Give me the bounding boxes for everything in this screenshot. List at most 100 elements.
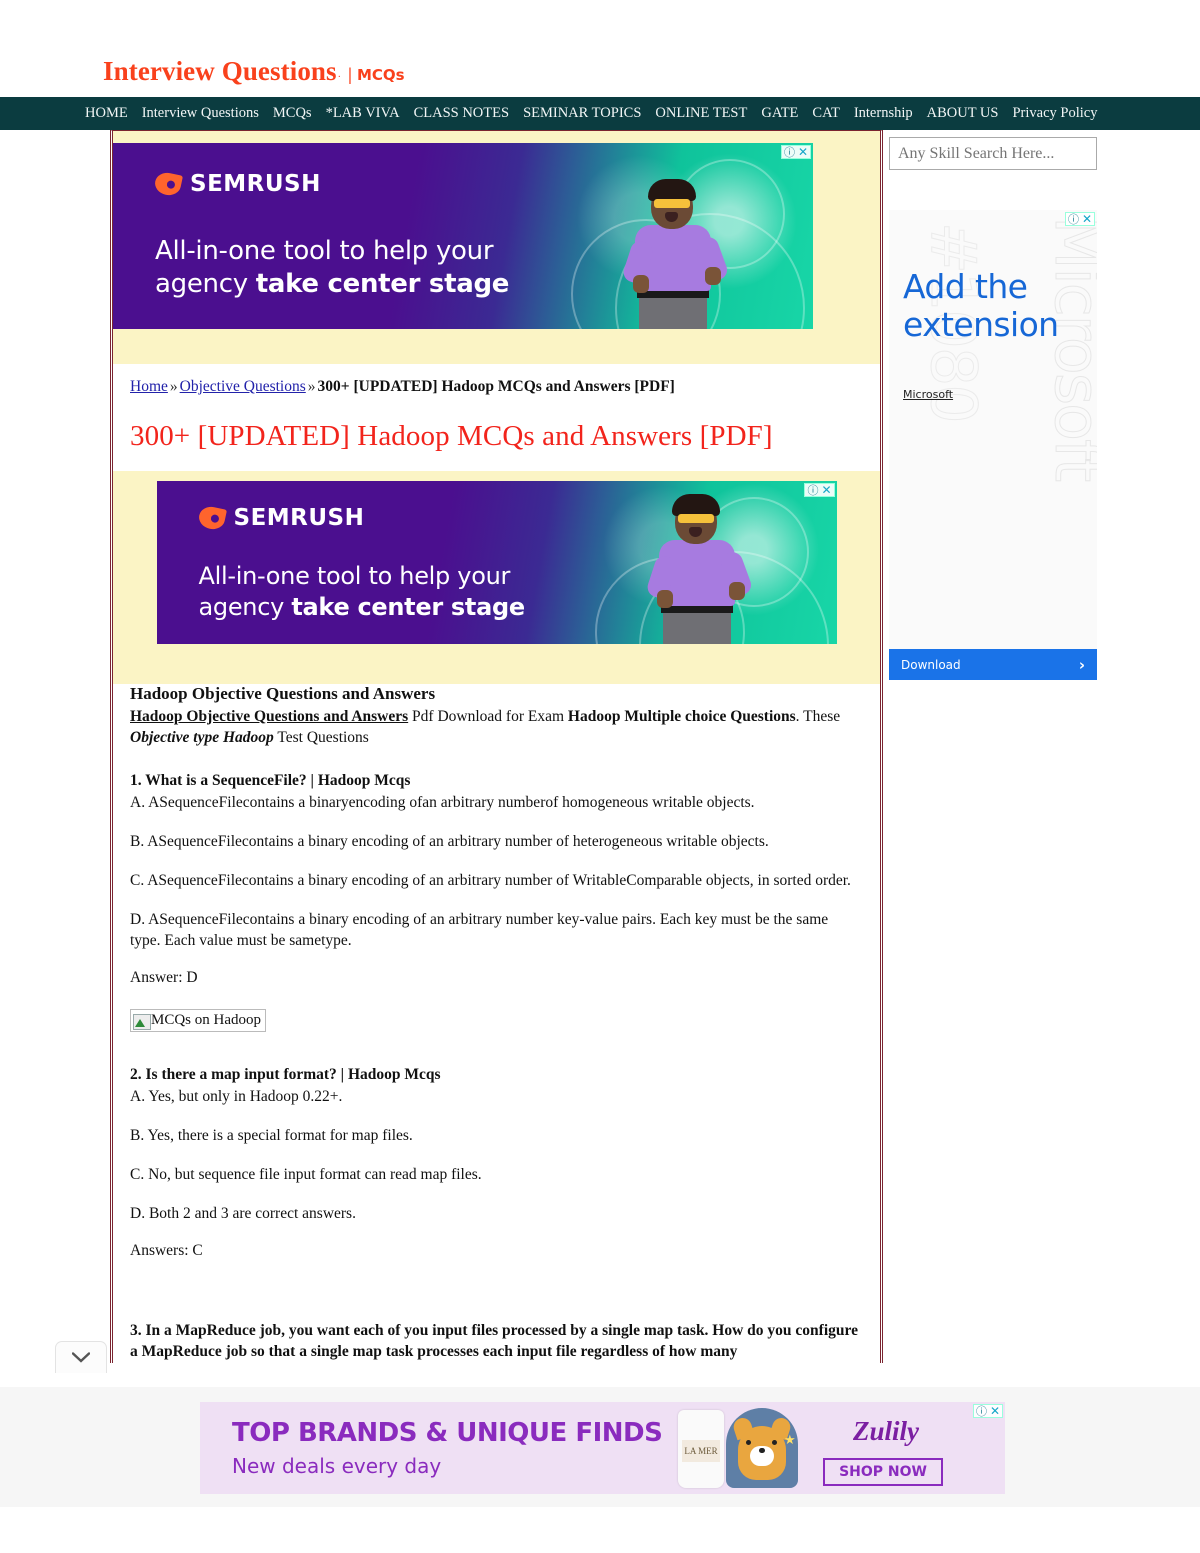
question-heading-2: 2. Is there a map input format? | Hadoop… — [130, 1066, 441, 1083]
close-icon[interactable]: ✕ — [798, 146, 808, 158]
question-2-option-d: D. Both 2 and 3 are correct answers. — [130, 1205, 356, 1222]
site-header: Interview Questions · | MCQs — [0, 0, 1200, 97]
nav-item-privacy-policy[interactable]: Privacy Policy — [1005, 105, 1104, 122]
intro-link[interactable]: Hadoop Objective Questions and Answers — [130, 708, 408, 725]
semrush-wordmark: SEMRUSH — [233, 505, 365, 531]
nav-item-home[interactable]: HOME — [78, 105, 135, 122]
content-frame: SEMRUSH All-in-one tool to help your age… — [110, 130, 883, 1363]
question-2-option-b: B. Yes, there is a special format for ma… — [130, 1127, 413, 1144]
question-heading-1: 1. What is a SequenceFile? | Hadoop Mcqs — [130, 772, 411, 789]
question-1-option-b: B. ASequenceFilecontains a binary encodi… — [130, 833, 769, 850]
breadcrumb-sep: » — [169, 378, 178, 395]
adchoices-sidebar[interactable]: ⓘ ✕ — [1064, 212, 1095, 226]
adchoices-info-icon[interactable]: ⓘ — [1068, 214, 1079, 225]
logo-trademark: · — [337, 72, 341, 83]
nav-item-mcqs[interactable]: MCQs — [266, 105, 319, 122]
semrush-headline-line2-bold: take center stage — [291, 593, 525, 621]
intro-bold: Hadoop Multiple choice Questions — [567, 708, 796, 725]
bottom-ad-zulily[interactable]: TOP BRANDS & UNIQUE FINDS New deals ever… — [200, 1402, 1005, 1494]
semrush-wordmark: SEMRUSH — [190, 171, 321, 197]
intro-italic: Objective type Hadoop — [130, 729, 274, 746]
nav-item-interview-questions[interactable]: Interview Questions — [135, 105, 266, 122]
nav-item-lab-viva[interactable]: *LAB VIVA — [319, 105, 407, 122]
adchoices-info-icon[interactable]: ⓘ — [976, 1406, 987, 1417]
question-2-answer: Answers: C — [130, 1242, 203, 1259]
section-heading: Hadoop Objective Questions and Answers — [130, 684, 436, 703]
semrush-logo: SEMRUSH — [152, 170, 321, 198]
question-1-option-c: C. ASequenceFilecontains a binary encodi… — [130, 872, 851, 889]
search-input[interactable] — [889, 137, 1097, 170]
semrush-person-illustration — [644, 494, 754, 644]
close-icon[interactable]: ✕ — [821, 484, 831, 496]
intro-after: . These — [795, 708, 841, 725]
breadcrumb-home[interactable]: Home — [130, 378, 168, 395]
page-wrapper: SEMRUSH All-in-one tool to help your age… — [0, 130, 1200, 1363]
semrush-headline: All-in-one tool to help your agency take… — [155, 235, 509, 301]
close-icon[interactable]: ✕ — [1082, 213, 1092, 225]
nav-item-seminar-topics[interactable]: SEMINAR TOPICS — [516, 105, 648, 122]
broken-image-icon — [133, 1013, 151, 1030]
ad-slot-top: SEMRUSH All-in-one tool to help your age… — [113, 131, 880, 364]
question-2-option-a: A. Yes, but only in Hadoop 0.22+. — [130, 1088, 343, 1105]
chevron-right-icon: › — [1078, 655, 1085, 674]
broken-image-alt-text: MCQs on Hadoop — [151, 1012, 262, 1028]
intro-tail: Test Questions — [273, 729, 369, 746]
semrush-headline-line1: All-in-one tool to help your — [155, 236, 494, 266]
semrush-banner-mid[interactable]: SEMRUSH All-in-one tool to help your age… — [156, 481, 837, 644]
article-body-main: Hadoop Objective Questions and Answers H… — [113, 684, 880, 1362]
star-icon: ★ — [784, 1432, 796, 1447]
article-body: Home» Objective Questions» 300+ [UPDATED] … — [113, 364, 880, 453]
broken-image-placeholder: MCQs on Hadoop — [130, 1009, 267, 1032]
site-logo[interactable]: Interview Questions · | MCQs — [103, 56, 1200, 87]
nav-item-gate[interactable]: GATE — [754, 105, 805, 122]
nav-item-cat[interactable]: CAT — [805, 105, 846, 122]
question-1-option-a: A. ASequenceFilecontains a binaryencodin… — [130, 794, 755, 811]
semrush-headline-line2-plain: agency — [155, 269, 256, 299]
semrush-logo: SEMRUSH — [196, 504, 365, 532]
intro-mid: Pdf Download for Exam — [408, 708, 568, 725]
question-2-option-c: C. No, but sequence file input format ca… — [130, 1166, 482, 1183]
adchoices-info-icon[interactable]: ⓘ — [784, 147, 795, 158]
semrush-headline-line1: All-in-one tool to help your — [198, 562, 511, 590]
product-label: LA MER — [682, 1440, 720, 1462]
sidebar-ad-brand: Microsoft — [903, 388, 954, 401]
nav-item-online-test[interactable]: ONLINE TEST — [648, 105, 754, 122]
zulily-headline: TOP BRANDS & UNIQUE FINDS — [232, 1418, 663, 1448]
right-sidebar: Microsoft #1080 Add the extension Micros… — [889, 130, 1111, 680]
page-title: 300+ [UPDATED] Hadoop MCQs and Answers [… — [130, 420, 773, 452]
breadcrumb-current: 300+ [UPDATED] Hadoop MCQs and Answers [… — [317, 378, 675, 395]
nav-item-about-us[interactable]: ABOUT US — [920, 105, 1006, 122]
adchoices-bottom[interactable]: ⓘ ✕ — [972, 1404, 1003, 1418]
semrush-flame-icon — [152, 170, 184, 198]
sidebar-ad-watermark-right: Microsoft — [1041, 215, 1097, 481]
sidebar-ad-headline: Add the extension — [903, 267, 1059, 344]
close-icon[interactable]: ✕ — [990, 1405, 1000, 1417]
breadcrumb: Home» Objective Questions» 300+ [UPDATED] … — [130, 364, 862, 396]
adchoices-top[interactable]: ⓘ ✕ — [780, 145, 811, 159]
semrush-flame-icon — [196, 504, 227, 532]
nav-item-internship[interactable]: Internship — [847, 105, 920, 122]
breadcrumb-parent[interactable]: Objective Questions — [180, 378, 306, 395]
logo-separator: | — [348, 64, 352, 84]
logo-main-text: Interview Questions — [103, 56, 337, 86]
semrush-headline-line2-plain: agency — [198, 593, 292, 621]
shop-now-button[interactable]: SHOP NOW — [823, 1458, 943, 1486]
nav-item-class-notes[interactable]: CLASS NOTES — [407, 105, 516, 122]
zulily-artwork: ★ LA MER — [660, 1402, 830, 1494]
semrush-headline-line2-bold: take center stage — [255, 269, 510, 299]
question-heading-3: 3. In a MapReduce job, you want each of … — [130, 1322, 858, 1360]
adchoices-info-icon[interactable]: ⓘ — [807, 485, 818, 496]
question-1-answer: Answer: D — [130, 969, 198, 986]
chevron-down-icon — [72, 1352, 90, 1363]
semrush-person-illustration — [621, 179, 730, 329]
sidebar-ad-microsoft[interactable]: Microsoft #1080 Add the extension Micros… — [889, 210, 1097, 680]
sidebar-ad-download-button[interactable]: Download › — [889, 649, 1097, 680]
intro-paragraph: Hadoop Objective Questions and Answers P… — [130, 706, 862, 748]
logo-sub-text: MCQs — [356, 66, 405, 84]
collapse-ad-tab[interactable] — [55, 1341, 107, 1373]
question-1-option-d: D. ASequenceFilecontains a binary encodi… — [130, 911, 829, 949]
zulily-subline: New deals every day — [232, 1454, 442, 1478]
semrush-banner-top[interactable]: SEMRUSH All-in-one tool to help your age… — [113, 143, 813, 329]
download-button-label: Download — [901, 657, 961, 672]
adchoices-mid[interactable]: ⓘ ✕ — [804, 483, 835, 497]
